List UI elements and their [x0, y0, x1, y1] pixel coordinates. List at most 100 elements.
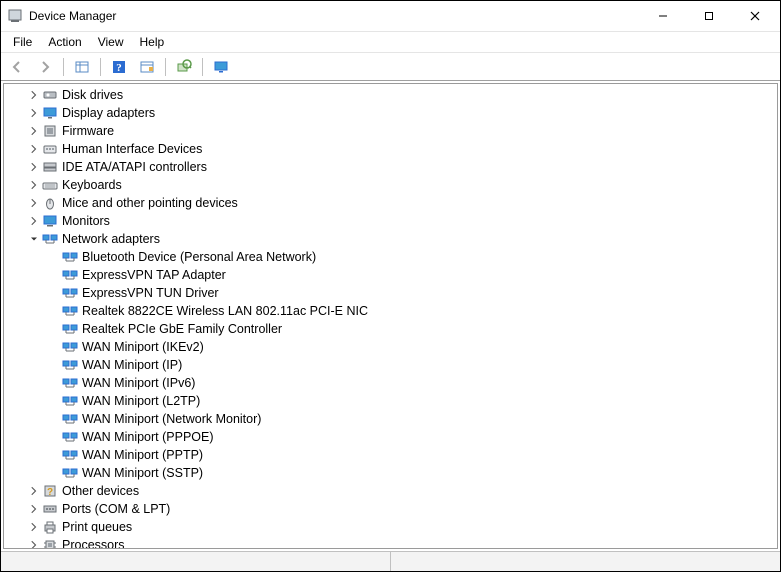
- tree-item[interactable]: Disk drives: [4, 86, 777, 104]
- tree-item-label: WAN Miniport (PPPOE): [82, 430, 214, 444]
- menu-file[interactable]: File: [5, 33, 40, 51]
- network-icon: [62, 303, 78, 319]
- tree-item[interactable]: Processors: [4, 536, 777, 548]
- window-title: Device Manager: [29, 9, 116, 23]
- tree-item[interactable]: Realtek PCIe GbE Family Controller: [4, 320, 777, 338]
- tree-item[interactable]: Network adapters: [4, 230, 777, 248]
- toolbar-separator: [100, 58, 101, 76]
- back-button[interactable]: [5, 56, 29, 78]
- tree-item[interactable]: ExpressVPN TAP Adapter: [4, 266, 777, 284]
- ide-icon: [42, 159, 58, 175]
- maximize-button[interactable]: [686, 1, 732, 31]
- tree-item[interactable]: Bluetooth Device (Personal Area Network): [4, 248, 777, 266]
- tree-item-label: Human Interface Devices: [62, 142, 202, 156]
- tree-item-label: ExpressVPN TAP Adapter: [82, 268, 226, 282]
- tree-item[interactable]: WAN Miniport (L2TP): [4, 392, 777, 410]
- firmware-icon: [42, 123, 58, 139]
- device-tree[interactable]: Disk drives Display adapters Firmware Human…: [4, 84, 777, 548]
- network-icon: [62, 321, 78, 337]
- chevron-right-icon[interactable]: [26, 159, 42, 175]
- tree-item[interactable]: Human Interface Devices: [4, 140, 777, 158]
- tree-item-label: Network adapters: [62, 232, 160, 246]
- chevron-right-icon[interactable]: [26, 177, 42, 193]
- titlebar: Device Manager: [1, 1, 780, 31]
- content-pane: Disk drives Display adapters Firmware Human…: [3, 83, 778, 549]
- keyboard-icon: [42, 177, 58, 193]
- toolbar: ?: [1, 53, 780, 81]
- properties-button[interactable]: [135, 56, 159, 78]
- tree-item-label: Other devices: [62, 484, 139, 498]
- menubar: File Action View Help: [1, 31, 780, 53]
- network-icon: [62, 357, 78, 373]
- chevron-right-icon[interactable]: [26, 519, 42, 535]
- close-button[interactable]: [732, 1, 778, 31]
- statusbar-cell: [391, 552, 780, 571]
- tree-item[interactable]: WAN Miniport (PPPOE): [4, 428, 777, 446]
- menu-help[interactable]: Help: [132, 33, 173, 51]
- chevron-right-icon[interactable]: [26, 87, 42, 103]
- chevron-right-icon[interactable]: [26, 537, 42, 548]
- tree-item[interactable]: WAN Miniport (Network Monitor): [4, 410, 777, 428]
- tree-item[interactable]: IDE ATA/ATAPI controllers: [4, 158, 777, 176]
- scan-button[interactable]: [172, 56, 196, 78]
- mouse-icon: [42, 195, 58, 211]
- network-icon: [62, 375, 78, 391]
- tree-item[interactable]: Firmware: [4, 122, 777, 140]
- tree-item-label: Print queues: [62, 520, 132, 534]
- chevron-right-icon[interactable]: [26, 141, 42, 157]
- disk-icon: [42, 87, 58, 103]
- tree-item[interactable]: WAN Miniport (SSTP): [4, 464, 777, 482]
- tree-item-label: Realtek PCIe GbE Family Controller: [82, 322, 282, 336]
- menu-view[interactable]: View: [90, 33, 132, 51]
- statusbar-cell: [1, 552, 391, 571]
- forward-button[interactable]: [33, 56, 57, 78]
- network-icon: [62, 429, 78, 445]
- monitor-icon: [42, 213, 58, 229]
- tree-item[interactable]: WAN Miniport (IPv6): [4, 374, 777, 392]
- chevron-right-icon[interactable]: [26, 105, 42, 121]
- tree-item-label: WAN Miniport (IPv6): [82, 376, 195, 390]
- tree-item-label: Disk drives: [62, 88, 123, 102]
- network-icon: [42, 231, 58, 247]
- chevron-right-icon[interactable]: [26, 123, 42, 139]
- toolbar-separator: [63, 58, 64, 76]
- minimize-button[interactable]: [640, 1, 686, 31]
- list-button[interactable]: [70, 56, 94, 78]
- ports-icon: [42, 501, 58, 517]
- hid-icon: [42, 141, 58, 157]
- cpu-icon: [42, 537, 58, 548]
- chevron-right-icon[interactable]: [26, 483, 42, 499]
- tree-item-label: WAN Miniport (IKEv2): [82, 340, 204, 354]
- tree-item-label: WAN Miniport (IP): [82, 358, 182, 372]
- tree-item[interactable]: Mice and other pointing devices: [4, 194, 777, 212]
- menu-action[interactable]: Action: [40, 33, 89, 51]
- network-icon: [62, 285, 78, 301]
- tree-item-label: Firmware: [62, 124, 114, 138]
- tree-item[interactable]: Realtek 8822CE Wireless LAN 802.11ac PCI…: [4, 302, 777, 320]
- toolbar-separator: [165, 58, 166, 76]
- tree-item[interactable]: ExpressVPN TUN Driver: [4, 284, 777, 302]
- tree-item[interactable]: Monitors: [4, 212, 777, 230]
- app-icon: [7, 8, 23, 24]
- tree-item[interactable]: WAN Miniport (PPTP): [4, 446, 777, 464]
- tree-item[interactable]: Display adapters: [4, 104, 777, 122]
- tree-item-label: Bluetooth Device (Personal Area Network): [82, 250, 316, 264]
- toolbar-separator: [202, 58, 203, 76]
- tree-item-label: WAN Miniport (PPTP): [82, 448, 203, 462]
- tree-item[interactable]: Ports (COM & LPT): [4, 500, 777, 518]
- view-button[interactable]: [209, 56, 233, 78]
- tree-item[interactable]: WAN Miniport (IKEv2): [4, 338, 777, 356]
- tree-item-label: Display adapters: [62, 106, 155, 120]
- chevron-right-icon[interactable]: [26, 213, 42, 229]
- tree-item[interactable]: Keyboards: [4, 176, 777, 194]
- chevron-right-icon[interactable]: [26, 501, 42, 517]
- tree-item[interactable]: Other devices: [4, 482, 777, 500]
- tree-item-label: Keyboards: [62, 178, 122, 192]
- network-icon: [62, 339, 78, 355]
- tree-item[interactable]: Print queues: [4, 518, 777, 536]
- help-button[interactable]: ?: [107, 56, 131, 78]
- chevron-right-icon[interactable]: [26, 195, 42, 211]
- chevron-down-icon[interactable]: [26, 231, 42, 247]
- tree-item[interactable]: WAN Miniport (IP): [4, 356, 777, 374]
- tree-item-label: ExpressVPN TUN Driver: [82, 286, 219, 300]
